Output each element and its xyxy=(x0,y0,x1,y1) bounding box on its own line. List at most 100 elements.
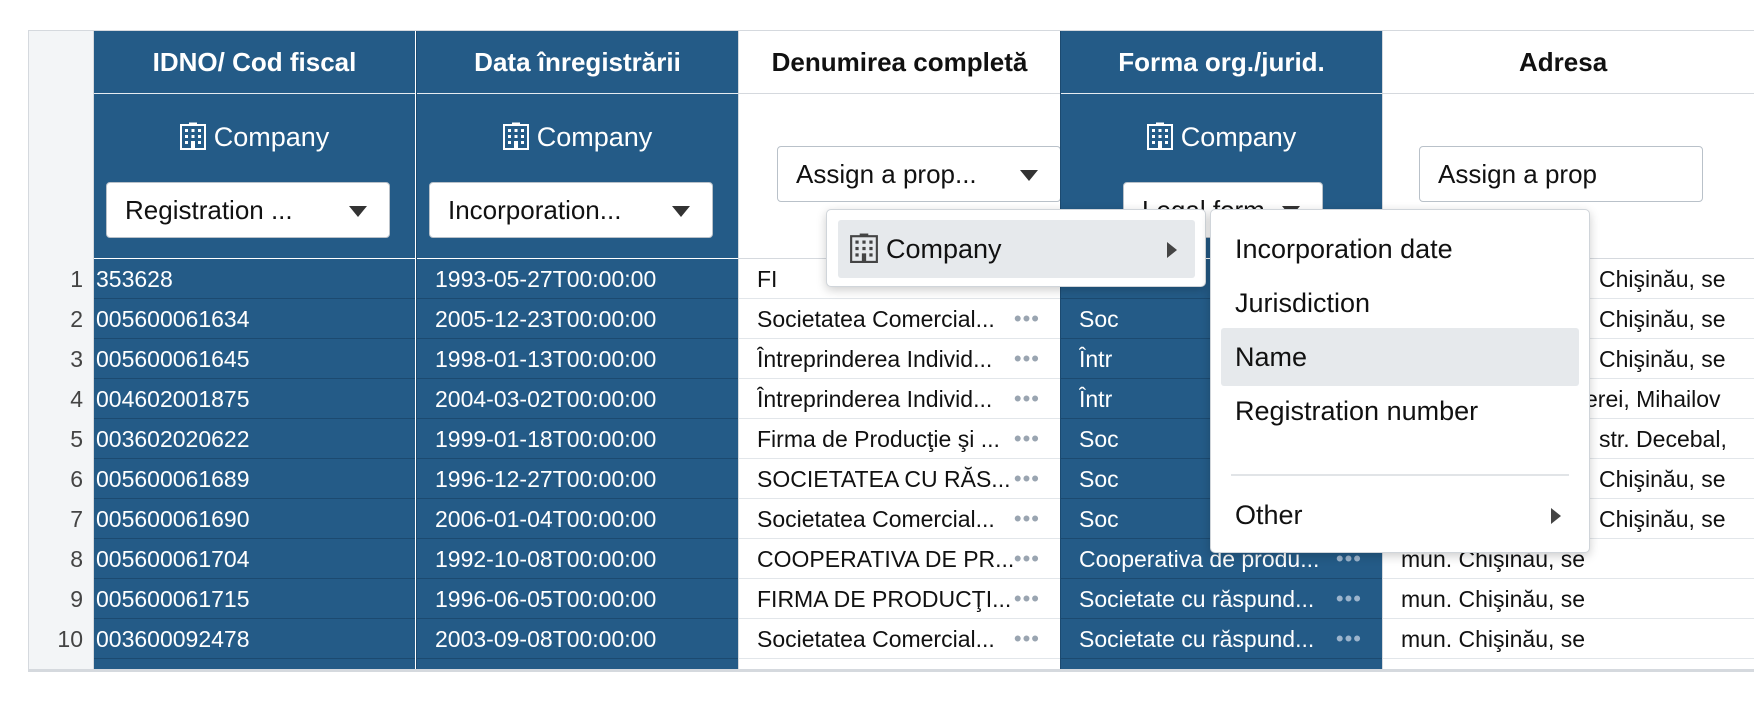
column-full-name[interactable]: Denumirea completă Assign a prop... FI S… xyxy=(738,31,1060,669)
building-icon xyxy=(850,225,878,283)
table-cell[interactable]: 005600061645 xyxy=(94,339,415,379)
menu-item-incorporation-date[interactable]: Incorporation date xyxy=(1221,220,1579,278)
column-title[interactable]: Data înregistrării xyxy=(417,31,738,94)
cell-text: Întreprinderea Individ... xyxy=(757,386,993,412)
table-cell[interactable]: Societatea Comercial... ••• xyxy=(739,299,1060,339)
menu-item-name[interactable]: Name xyxy=(1221,328,1579,386)
more-icon[interactable]: ••• xyxy=(1336,579,1362,618)
cell-text: Chişinău, se xyxy=(1599,266,1726,292)
cell-text: 005600061689 xyxy=(96,466,250,492)
cell-text: Chişinău, se xyxy=(1599,346,1726,372)
more-icon[interactable]: ••• xyxy=(1014,499,1040,538)
table-cell[interactable]: 1999-01-18T00:00:00 xyxy=(417,419,738,459)
table-cell[interactable]: 005600061689 xyxy=(94,459,415,499)
menu-item-jurisdiction[interactable]: Jurisdiction xyxy=(1221,274,1579,332)
table-cell[interactable]: 003602020622 xyxy=(94,419,415,459)
table-cell[interactable]: Firma de Producţie şi ... ••• xyxy=(739,419,1060,459)
cell-text: 1993-05-27T00:00:00 xyxy=(435,266,657,292)
more-icon[interactable]: ••• xyxy=(1014,459,1040,498)
cell-text: 005600061704 xyxy=(96,546,250,572)
menu-item-label: Name xyxy=(1235,342,1308,372)
cell-text: Într xyxy=(1079,346,1113,372)
building-icon xyxy=(1146,121,1173,157)
row-number-column: 1 2 3 4 5 6 7 8 9 10 xyxy=(29,31,94,669)
assign-property-select[interactable]: Assign a prop xyxy=(1419,146,1703,202)
column-title[interactable]: Denumirea completă xyxy=(739,31,1060,94)
column-registration-date[interactable]: Data înregistrării Company Incorporation… xyxy=(416,31,738,669)
cell-text: 1996-12-27T00:00:00 xyxy=(435,466,657,492)
menu-item-registration-number[interactable]: Registration number xyxy=(1221,382,1579,440)
cell-text: 2004-03-02T00:00:00 xyxy=(435,386,657,412)
type-label-text: Company xyxy=(1180,122,1297,152)
cell-text: 2003-09-08T00:00:00 xyxy=(435,626,657,652)
row-number: 2 xyxy=(70,306,83,332)
table-cell[interactable]: Societatea Comercial... ••• xyxy=(739,619,1060,659)
table-cell[interactable]: Societate cu răspund... ••• xyxy=(1061,579,1382,619)
cell-text: Soc xyxy=(1079,426,1119,452)
more-icon[interactable]: ••• xyxy=(1014,339,1040,378)
building-icon xyxy=(502,121,529,157)
table-cell[interactable]: 2006-01-04T00:00:00 xyxy=(417,499,738,539)
column-title[interactable]: IDNO/ Cod fiscal xyxy=(94,31,415,94)
cell-text: 005600061634 xyxy=(96,306,250,332)
assign-property-value: Assign a prop... xyxy=(796,159,977,189)
table-cell[interactable]: 005600061704 xyxy=(94,539,415,579)
cell-text: 1996-06-05T00:00:00 xyxy=(435,586,657,612)
assign-property-select[interactable]: Assign a prop... xyxy=(777,146,1060,202)
more-icon[interactable]: ••• xyxy=(1014,299,1040,338)
cell-text: 1998-01-13T00:00:00 xyxy=(435,346,657,372)
more-icon[interactable]: ••• xyxy=(1014,379,1040,418)
table-cell[interactable]: 1992-10-08T00:00:00 xyxy=(417,539,738,579)
cell-text: Societate cu răspund... xyxy=(1079,586,1315,612)
menu-item-company[interactable]: Company xyxy=(838,220,1195,278)
row-number: 9 xyxy=(70,586,83,612)
table-cell[interactable]: Întreprinderea Individ... ••• xyxy=(739,379,1060,419)
row-number: 1 xyxy=(70,266,83,292)
table-cell[interactable]: 005600061690 xyxy=(94,499,415,539)
table-cell[interactable]: 1996-12-27T00:00:00 xyxy=(417,459,738,499)
table-cell[interactable]: 005600061634 xyxy=(94,299,415,339)
column-title[interactable]: Adresa xyxy=(1383,31,1754,94)
more-icon[interactable]: ••• xyxy=(1014,419,1040,458)
table-cell[interactable]: 004602001875 xyxy=(94,379,415,419)
chevron-down-icon xyxy=(672,206,690,217)
more-icon[interactable]: ••• xyxy=(1336,619,1362,658)
table-cell[interactable]: Întreprinderea Individ... ••• xyxy=(739,339,1060,379)
more-icon[interactable]: ••• xyxy=(1014,619,1040,658)
menu-item-other[interactable]: Other xyxy=(1221,486,1579,544)
table-cell[interactable]: 003600092478 xyxy=(94,619,415,659)
table-cell[interactable]: 005600061715 xyxy=(94,579,415,619)
column-idno[interactable]: IDNO/ Cod fiscal Company Registration ..… xyxy=(94,31,415,669)
menu-item-label: Company xyxy=(886,234,1002,264)
row-number: 5 xyxy=(70,426,83,452)
table-cell[interactable]: 1996-06-05T00:00:00 xyxy=(417,579,738,619)
table-cell[interactable]: 2004-03-02T00:00:00 xyxy=(417,379,738,419)
table-cell[interactable]: 1993-05-27T00:00:00 xyxy=(417,259,738,299)
table-cell[interactable]: 1998-01-13T00:00:00 xyxy=(417,339,738,379)
table-cell[interactable]: FIRMA DE PRODUCŢI... ••• xyxy=(739,579,1060,619)
cell-text: 1999-01-18T00:00:00 xyxy=(435,426,657,452)
menu-item-label: Incorporation date xyxy=(1235,234,1453,264)
cell-text: SOCIETATEA CU RĂS... xyxy=(757,466,1011,492)
column-title[interactable]: Forma org./jurid. xyxy=(1061,31,1382,94)
table-cell[interactable]: SOCIETATEA CU RĂS... ••• xyxy=(739,459,1060,499)
table-cell[interactable]: COOPERATIVA DE PR... ••• xyxy=(739,539,1060,579)
property-select[interactable]: Registration ... xyxy=(106,182,390,238)
table-cell[interactable]: 2005-12-23T00:00:00 xyxy=(417,299,738,339)
table-cell[interactable]: mun. Chişinău, se xyxy=(1383,619,1754,659)
table-cell[interactable]: Societatea Comercial... ••• xyxy=(739,499,1060,539)
property-select[interactable]: Incorporation... xyxy=(429,182,713,238)
cell-text: 003602020622 xyxy=(96,426,250,452)
cell-text: FIRMA DE PRODUCŢI... xyxy=(757,586,1012,612)
more-icon[interactable]: ••• xyxy=(1014,579,1040,618)
chevron-down-icon xyxy=(349,206,367,217)
cell-text: 353628 xyxy=(96,266,173,292)
more-icon[interactable]: ••• xyxy=(1014,539,1040,578)
table-cell[interactable]: mun. Chişinău, se xyxy=(1383,579,1754,619)
table-cell[interactable]: Societate cu răspund... ••• xyxy=(1061,619,1382,659)
cell-text: Într xyxy=(1079,386,1113,412)
table-cell[interactable]: 2003-09-08T00:00:00 xyxy=(417,619,738,659)
menu-item-label: Other xyxy=(1235,500,1303,530)
row-number: 8 xyxy=(70,546,83,572)
table-cell[interactable]: 353628 xyxy=(94,259,415,299)
